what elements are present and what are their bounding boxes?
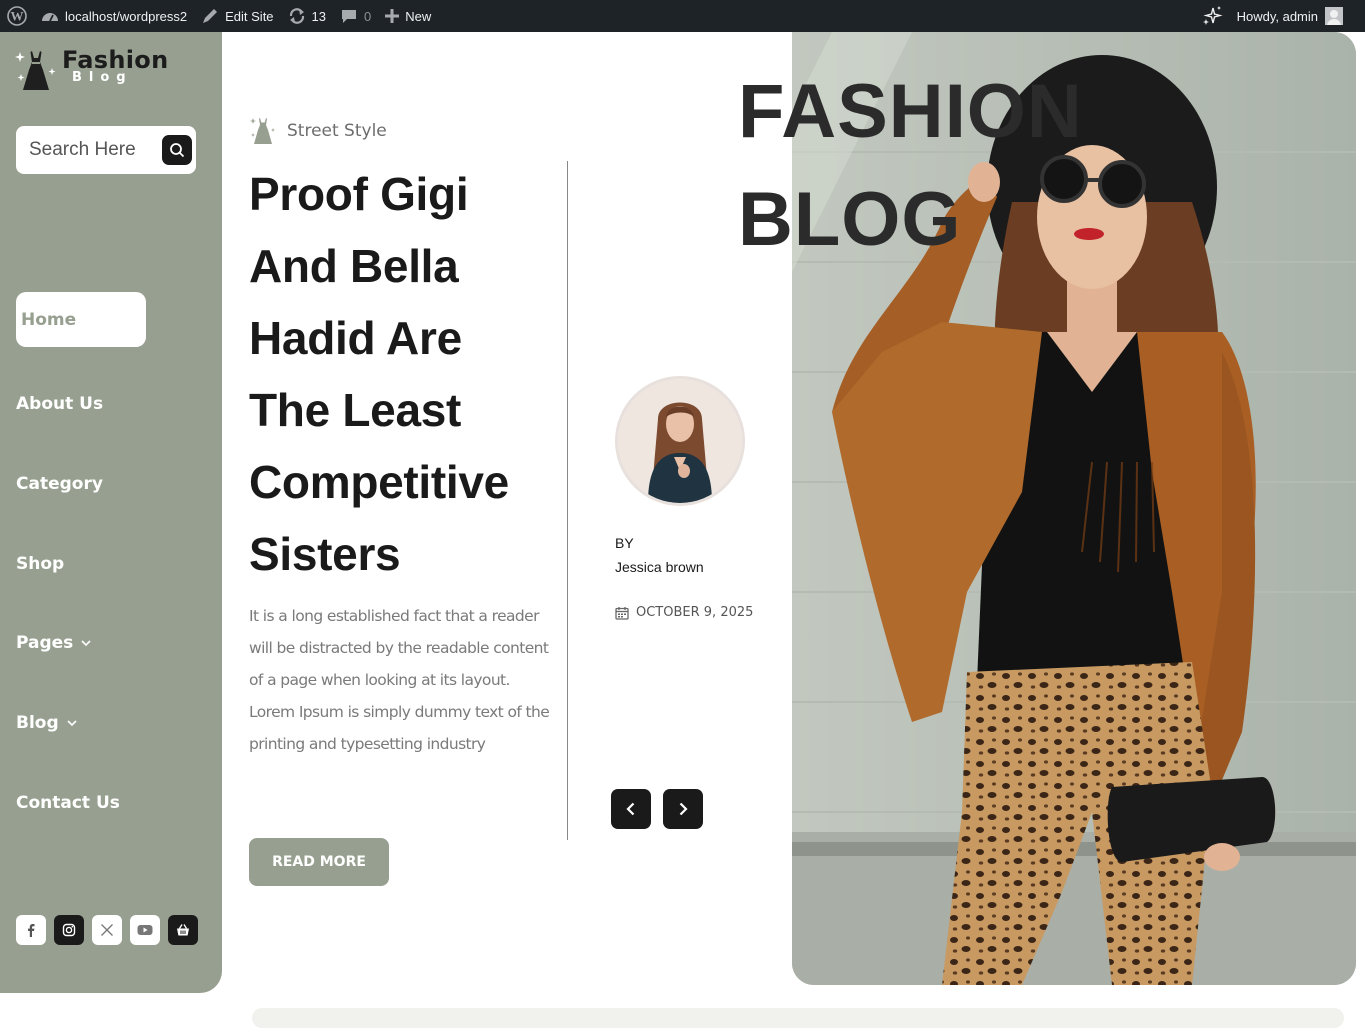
- social-links: [16, 915, 198, 945]
- dress-logo-icon: [15, 51, 56, 90]
- sparkles-icon: [1202, 6, 1223, 25]
- x-twitter-icon: [101, 924, 113, 936]
- comment-bubble-icon: [342, 10, 357, 23]
- content-divider: [567, 161, 568, 840]
- svg-text:W: W: [11, 9, 24, 24]
- wordpress-icon: W: [7, 6, 27, 26]
- shop-basket-link[interactable]: [168, 915, 198, 945]
- wordpress-logo-button[interactable]: W: [0, 0, 34, 32]
- search-button[interactable]: [162, 135, 192, 165]
- nav-about-us[interactable]: About Us: [16, 394, 103, 414]
- chevron-right-icon: [679, 802, 688, 816]
- new-label: New: [405, 8, 432, 24]
- nav-shop-label: Shop: [16, 554, 65, 574]
- youtube-icon: [137, 925, 153, 935]
- nav-shop[interactable]: Shop: [16, 554, 64, 574]
- post-excerpt: It is a long established fact that a rea…: [249, 607, 550, 753]
- nav-pages[interactable]: Pages: [16, 633, 91, 653]
- comments-count: 0: [364, 8, 372, 24]
- nav-about-us-label: About Us: [16, 394, 104, 414]
- author-photo: [618, 379, 742, 503]
- post-category[interactable]: Street Style: [249, 116, 387, 146]
- new-content-link[interactable]: New: [378, 0, 438, 32]
- comments-link[interactable]: 0: [333, 0, 378, 32]
- slider-next-button[interactable]: [663, 789, 703, 829]
- plus-icon: [385, 9, 400, 23]
- author-name[interactable]: Jessica brown: [615, 559, 704, 575]
- search-box: [16, 126, 196, 174]
- nav-contact-us[interactable]: Contact Us: [16, 793, 120, 813]
- edit-site-link[interactable]: Edit Site: [194, 0, 280, 32]
- x-twitter-link[interactable]: [92, 915, 122, 945]
- nav-category-label: Category: [16, 474, 103, 494]
- search-input[interactable]: [29, 138, 141, 162]
- updates-count: 13: [311, 8, 327, 24]
- site-logo[interactable]: Fashion Blog: [14, 48, 168, 94]
- chevron-left-icon: [626, 802, 635, 816]
- ai-sparkle-button[interactable]: [1194, 0, 1230, 32]
- dashboard-gauge-icon: [42, 13, 58, 22]
- howdy-greeting: Howdy, admin: [1236, 8, 1318, 24]
- search-icon: [170, 143, 185, 158]
- next-section-edge: [252, 1008, 1344, 1028]
- hero-heading-line2: BLOG: [738, 177, 962, 262]
- hero-heading-line1: FASHION: [738, 69, 1083, 154]
- post-category-label: Street Style: [287, 121, 387, 141]
- post-title[interactable]: Proof Gigi And Bella Hadid Are The Least…: [249, 158, 549, 590]
- my-account-link[interactable]: Howdy, admin: [1230, 0, 1365, 32]
- nav-blog[interactable]: Blog: [16, 713, 77, 733]
- read-more-button[interactable]: READ MORE: [249, 838, 389, 886]
- facebook-icon: [28, 924, 35, 937]
- pencil-brush-icon: [203, 9, 218, 23]
- chevron-down-icon: [81, 640, 91, 646]
- nav-contact-us-label: Contact Us: [16, 793, 120, 813]
- facebook-link[interactable]: [16, 915, 46, 945]
- post-date: OCTOBER 9, 2025: [615, 605, 753, 620]
- logo-title: Fashion: [62, 46, 169, 74]
- slider-prev-button[interactable]: [611, 789, 651, 829]
- nav-category[interactable]: Category: [16, 474, 103, 494]
- chevron-down-icon: [67, 720, 77, 726]
- instagram-icon: [62, 923, 76, 937]
- updates-link[interactable]: 13: [281, 0, 333, 32]
- refresh-icon: [289, 8, 304, 24]
- author-avatar: [615, 376, 745, 506]
- nav-pages-label: Pages: [16, 633, 74, 653]
- nav-home-label: Home: [21, 309, 77, 330]
- youtube-link[interactable]: [130, 915, 160, 945]
- post-date-label: OCTOBER 9, 2025: [636, 605, 754, 620]
- sidebar: Fashion Blog Home About Us Category Shop…: [0, 32, 222, 993]
- site-name-link[interactable]: localhost/wordpress2: [34, 0, 194, 32]
- admin-avatar: [1325, 7, 1343, 25]
- edit-site-label: Edit Site: [225, 8, 274, 24]
- instagram-link[interactable]: [54, 915, 84, 945]
- wp-admin-bar: W localhost/wordpress2 Edit Site 13 0 Ne…: [0, 0, 1365, 32]
- nav-blog-label: Blog: [16, 713, 59, 733]
- calendar-icon: [615, 606, 629, 620]
- basket-icon: [177, 924, 189, 936]
- by-label: BY: [615, 535, 634, 551]
- hero-heading: FASHION BLOG: [738, 58, 1158, 274]
- nav-home[interactable]: Home: [16, 292, 146, 347]
- site-url-label: localhost/wordpress2: [65, 8, 188, 24]
- dress-sparkle-icon: [250, 118, 275, 144]
